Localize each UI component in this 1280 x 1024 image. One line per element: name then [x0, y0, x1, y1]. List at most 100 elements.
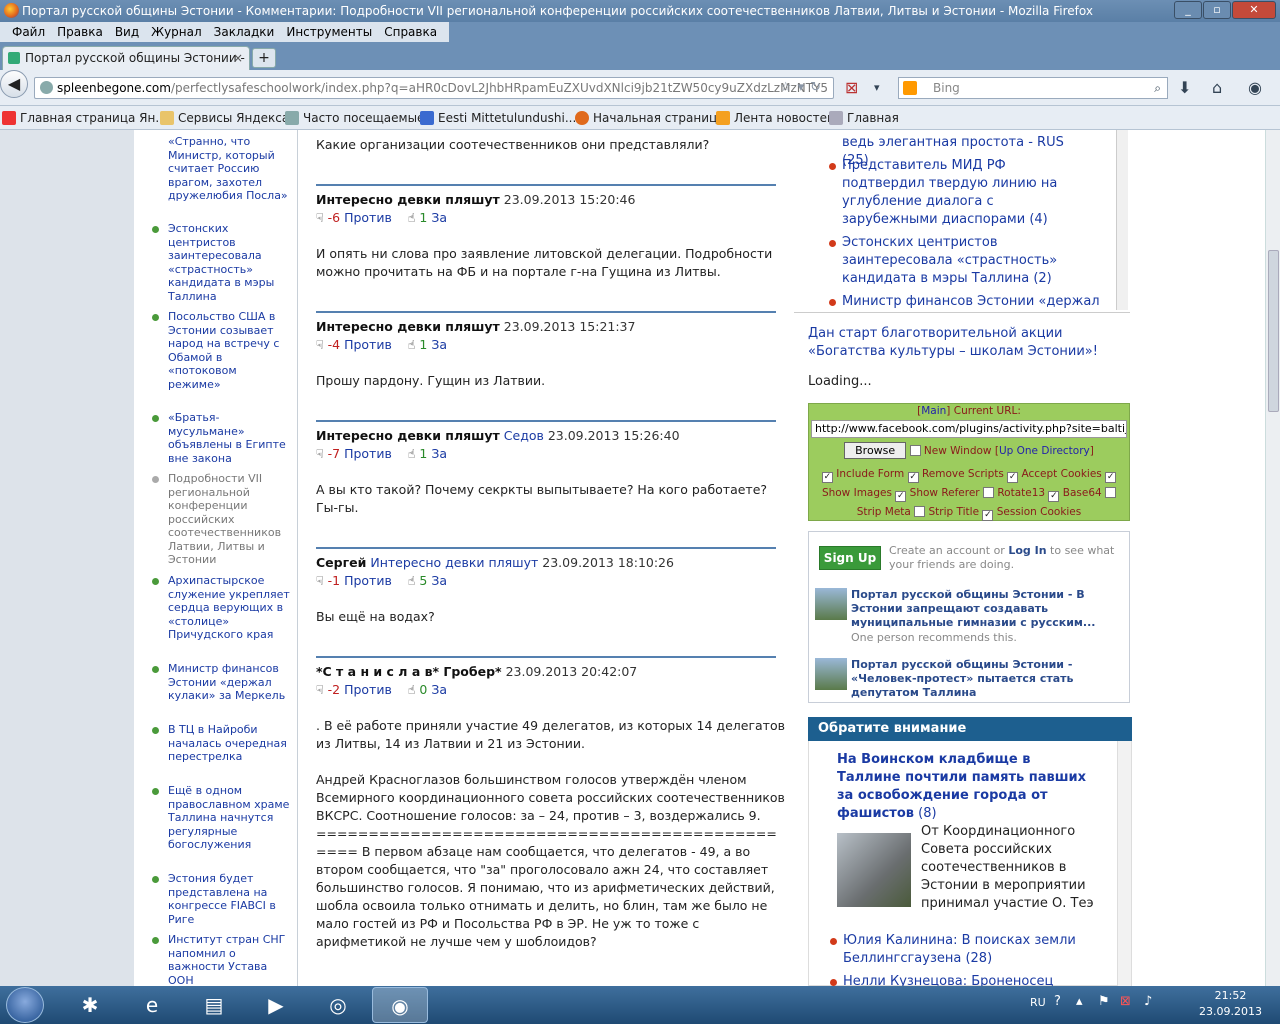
attention-more-link[interactable]: Нелли Кузнецова: Броненосец: [843, 973, 1103, 986]
menu-help[interactable]: Справка: [378, 22, 443, 42]
left-news-link-visited[interactable]: Подробности VII региональной конференции…: [168, 472, 292, 567]
proxy-main-link[interactable]: Main: [921, 405, 946, 417]
explorer-icon[interactable]: ▤: [186, 987, 242, 1023]
menu-history[interactable]: Журнал: [145, 22, 208, 42]
left-news-link[interactable]: Эстонских центристов заинтересовала «стр…: [168, 222, 292, 303]
attention-count[interactable]: (8): [918, 806, 936, 821]
facebook-item-title[interactable]: Портал русской общины Эстонии - В Эстони…: [851, 588, 1121, 630]
vote-against-link[interactable]: Против: [344, 337, 392, 352]
show-images-checkbox[interactable]: ✓: [1105, 472, 1117, 483]
addon-globe-icon[interactable]: ◉: [1248, 76, 1262, 100]
tab-close-icon[interactable]: ×: [233, 47, 243, 69]
attention-headline[interactable]: На Воинском кладбище в Таллине почтили п…: [837, 752, 1086, 821]
thumb-down-icon[interactable]: ☟: [316, 446, 324, 461]
bookmark-frequent[interactable]: Часто посещаемые: [283, 106, 424, 130]
search-input[interactable]: Bing ⌕: [898, 77, 1168, 99]
left-news-link[interactable]: Институт стран СНГ напомнил о важности У…: [168, 933, 292, 986]
proxy-browse-button[interactable]: Browse: [844, 442, 907, 459]
minimize-button[interactable]: _: [1174, 1, 1202, 19]
vote-for-link[interactable]: За: [431, 573, 447, 588]
page-scrollbar[interactable]: [1265, 130, 1280, 986]
start-button[interactable]: [6, 987, 44, 1023]
vote-against-link[interactable]: Против: [344, 446, 392, 461]
thumb-up-icon[interactable]: ☝: [408, 682, 416, 697]
session-cookies-checkbox[interactable]: ✓: [982, 510, 994, 521]
base64-checkbox[interactable]: ✓: [1048, 491, 1060, 502]
left-news-link[interactable]: Министр финансов Эстонии «держал кулаки»…: [168, 662, 292, 703]
up-directory-link[interactable]: Up One Directory: [999, 445, 1090, 457]
tray-arrow-icon[interactable]: ▴: [1076, 994, 1083, 1009]
star-icon[interactable]: ☆: [780, 80, 798, 95]
vote-for-link[interactable]: За: [431, 682, 447, 697]
strip-title-checkbox[interactable]: [914, 506, 926, 517]
menu-edit[interactable]: Правка: [51, 22, 109, 42]
reload-icon[interactable]: ↻: [810, 80, 827, 95]
accept-cookies-checkbox[interactable]: ✓: [1007, 472, 1019, 483]
bookmark-news-feed[interactable]: Лента новостей: [714, 106, 835, 130]
vote-for-link[interactable]: За: [431, 446, 447, 461]
comment-reply-to-link[interactable]: Интересно девки пляшут: [370, 555, 538, 570]
thumb-down-icon[interactable]: ☟: [316, 210, 324, 225]
thumb-down-icon[interactable]: ☟: [316, 337, 324, 352]
scroll-thumb[interactable]: [1268, 250, 1279, 412]
thumb-down-icon[interactable]: ☟: [316, 682, 324, 697]
attention-scrollbar[interactable]: [1117, 741, 1131, 986]
news-scrollbar[interactable]: [1116, 130, 1128, 310]
language-indicator[interactable]: RU: [1030, 996, 1046, 1009]
network-icon[interactable]: ⊠: [1120, 994, 1131, 1009]
left-news-link[interactable]: В ТЦ в Найроби началась очередная перест…: [168, 723, 292, 764]
comment-reply-to-link[interactable]: Седов: [504, 428, 544, 443]
clock[interactable]: 21:52 23.09.2013: [1199, 988, 1262, 1020]
left-news-link[interactable]: «Братья-мусульмане» объявлены в Египте в…: [168, 411, 292, 465]
menu-bookmarks[interactable]: Закладки: [208, 22, 281, 42]
left-news-link[interactable]: «Странно, что Министр, который считает Р…: [168, 135, 292, 203]
chrome-icon[interactable]: ◎: [310, 987, 366, 1023]
right-news-link[interactable]: Министр финансов Эстонии «держал: [842, 293, 1100, 311]
login-link[interactable]: Log In: [1008, 544, 1046, 557]
help-icon[interactable]: ?: [1054, 994, 1061, 1009]
left-news-link[interactable]: Архипастырское служение укрепляет сердца…: [168, 574, 292, 642]
attention-more-link[interactable]: Юлия Калинина: В поисках земли Беллингсг…: [843, 932, 1103, 968]
addon-icon[interactable]: ⊠: [845, 76, 858, 100]
bookmark-main[interactable]: Главная: [827, 106, 899, 130]
left-news-link[interactable]: Посольство США в Эстонии созывает народ …: [168, 310, 292, 391]
menu-file[interactable]: Файл: [6, 22, 51, 42]
show-referer-checkbox[interactable]: ✓: [895, 491, 907, 502]
facebook-item-title[interactable]: Портал русской общины Эстонии - «Человек…: [851, 658, 1121, 700]
ie-icon[interactable]: e: [124, 987, 180, 1023]
right-news-link[interactable]: Представитель МИД РФ подтвердил твердую …: [842, 157, 1092, 229]
new-window-checkbox[interactable]: [909, 445, 921, 456]
menu-tools[interactable]: Инструменты: [280, 22, 378, 42]
tab-active[interactable]: Портал русской общины Эстонии - Ко... ×: [2, 46, 250, 70]
thumb-down-icon[interactable]: ☟: [316, 573, 324, 588]
thumb-up-icon[interactable]: ☝: [408, 446, 416, 461]
vote-against-link[interactable]: Против: [344, 573, 392, 588]
bookmark-start-page[interactable]: Начальная страница: [573, 106, 725, 130]
vote-against-link[interactable]: Против: [344, 682, 392, 697]
download-icon[interactable]: ⬇: [1178, 76, 1191, 100]
signup-button[interactable]: Sign Up: [819, 546, 881, 570]
app-icon[interactable]: ✱: [62, 987, 118, 1023]
thumb-up-icon[interactable]: ☝: [408, 573, 416, 588]
maximize-button[interactable]: ▫: [1203, 1, 1231, 19]
rotate13-checkbox[interactable]: [982, 487, 994, 498]
thumb-up-icon[interactable]: ☝: [408, 210, 416, 225]
thumb-up-icon[interactable]: ☝: [408, 337, 416, 352]
new-tab-button[interactable]: +: [252, 48, 276, 68]
url-bar[interactable]: spleenbegone.com/perfectlysafeschoolwork…: [34, 77, 834, 99]
remove-scripts-checkbox[interactable]: ✓: [907, 472, 919, 483]
facebook-item[interactable]: Портал русской общины Эстонии - «Человек…: [815, 658, 1125, 702]
volume-icon[interactable]: ♪: [1144, 994, 1152, 1009]
home-icon[interactable]: ⌂: [1212, 76, 1222, 100]
media-icon[interactable]: ▶: [248, 987, 304, 1023]
search-icon[interactable]: ⌕: [1154, 78, 1161, 98]
right-news-link[interactable]: Эстонских центристов заинтересовала «стр…: [842, 234, 1092, 288]
strip-meta-checkbox[interactable]: [1105, 487, 1117, 498]
back-button[interactable]: ◀: [0, 70, 28, 98]
vote-for-link[interactable]: За: [431, 337, 447, 352]
menu-view[interactable]: Вид: [109, 22, 145, 42]
firefox-taskbar-icon[interactable]: ◉: [372, 987, 428, 1023]
flag-icon[interactable]: ⚑: [1098, 994, 1110, 1009]
vote-for-link[interactable]: За: [431, 210, 447, 225]
include-form-checkbox[interactable]: ✓: [821, 472, 833, 483]
